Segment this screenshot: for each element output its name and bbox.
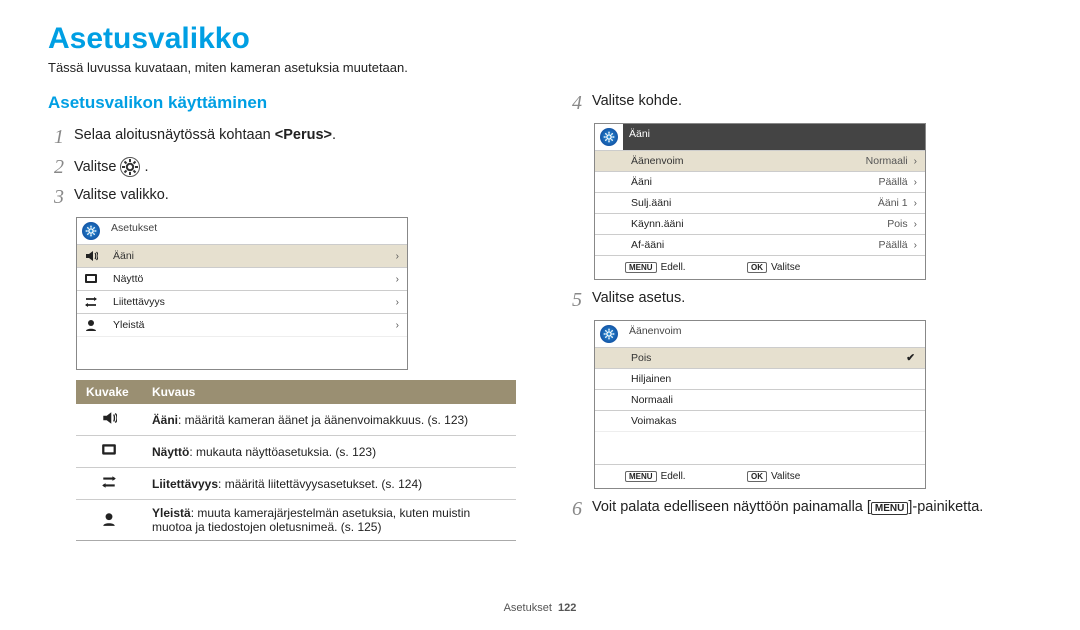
page-intro: Tässä luvussa kuvataan, miten kameran as… [48, 60, 1032, 75]
step-4: 4 Valitse kohde. [566, 93, 1032, 113]
menu-item-beep[interactable]: Ääni Päällä › [595, 171, 925, 192]
menu-title: Ääni [623, 124, 925, 150]
gear-icon [82, 222, 100, 240]
menu-badge: MENU [871, 502, 908, 515]
step-6: 6 Voit palata edelliseen näyttöön painam… [566, 499, 1032, 519]
screen-icon [101, 442, 117, 458]
menu-title: Äänenvoim [623, 321, 925, 347]
option-loud[interactable]: Voimakas [595, 410, 925, 431]
page-title: Asetusvalikko [48, 22, 1032, 56]
ok-badge: OK [747, 262, 767, 273]
camera-menu-volume: Äänenvoim Pois ✔ Hiljainen Normaali [594, 320, 926, 489]
menu-item-volume[interactable]: Äänenvoim Normaali › [595, 150, 925, 171]
camera-menu-sound: Ääni Äänenvoim Normaali › Ääni Päällä › … [594, 123, 926, 280]
chevron-right-icon: › [914, 152, 925, 171]
chevron-right-icon: › [396, 247, 407, 266]
chevron-right-icon: › [396, 293, 407, 312]
connectivity-icon [101, 474, 117, 490]
table-row: Yleistä: muuta kamerajärjestelmän asetuk… [76, 500, 516, 541]
table-row: Näyttö: mukauta näyttöasetuksia. (s. 123… [76, 436, 516, 468]
menu-item-shutter[interactable]: Sulj.ääni Ääni 1 › [595, 192, 925, 213]
table-header-desc: Kuvaus [142, 380, 516, 404]
chevron-right-icon: › [396, 316, 407, 335]
gear-icon [120, 157, 140, 177]
screen-icon [84, 272, 98, 286]
chevron-right-icon: › [396, 270, 407, 289]
menu-item-startup[interactable]: Käynn.ääni Pois › [595, 213, 925, 234]
menu-item-general[interactable]: Yleistä › [77, 313, 407, 336]
menu-item-af-sound[interactable]: Af-ääni Päällä › [595, 234, 925, 255]
option-off[interactable]: Pois ✔ [595, 347, 925, 368]
menu-badge: MENU [625, 262, 657, 273]
option-quiet[interactable]: Hiljainen [595, 368, 925, 389]
chevron-right-icon: › [914, 215, 925, 234]
menu-item-connectivity[interactable]: Liitettävyys › [77, 290, 407, 313]
menu-item-sound[interactable]: Ääni › [77, 244, 407, 267]
gear-icon [600, 128, 618, 146]
chevron-right-icon: › [914, 194, 925, 213]
camera-menu-settings: Asetukset Ääni › Näyttö › Liitettävyys › [76, 217, 408, 370]
speaker-icon [101, 410, 117, 426]
table-row: Ääni: määritä kameran äänet ja äänenvoim… [76, 404, 516, 436]
check-icon: ✔ [896, 352, 925, 364]
speaker-icon [84, 249, 98, 263]
step-3: 3 Valitse valikko. [48, 187, 516, 207]
gear-icon [600, 325, 618, 343]
ok-badge: OK [747, 471, 767, 482]
user-icon [84, 318, 98, 332]
chevron-right-icon: › [914, 236, 925, 255]
step-2: 2 Valitse . [48, 157, 516, 177]
table-header-icon: Kuvake [76, 380, 142, 404]
menu-title: Asetukset [105, 218, 407, 244]
icon-description-table: Kuvake Kuvaus Ääni: määritä kameran ääne… [76, 380, 516, 541]
step-1: 1 Selaa aloitusnäytössä kohtaan <Perus>. [48, 127, 516, 147]
connectivity-icon [84, 295, 98, 309]
menu-badge: MENU [625, 471, 657, 482]
table-row: Liitettävyys: määritä liitettävyysasetuk… [76, 468, 516, 500]
section-heading: Asetusvalikon käyttäminen [48, 93, 516, 113]
menu-item-display[interactable]: Näyttö › [77, 267, 407, 290]
chevron-right-icon: › [914, 173, 925, 192]
option-normal[interactable]: Normaali [595, 389, 925, 410]
step-5: 5 Valitse asetus. [566, 290, 1032, 310]
page-footer: Asetukset 122 [0, 602, 1080, 614]
user-icon [101, 511, 117, 527]
